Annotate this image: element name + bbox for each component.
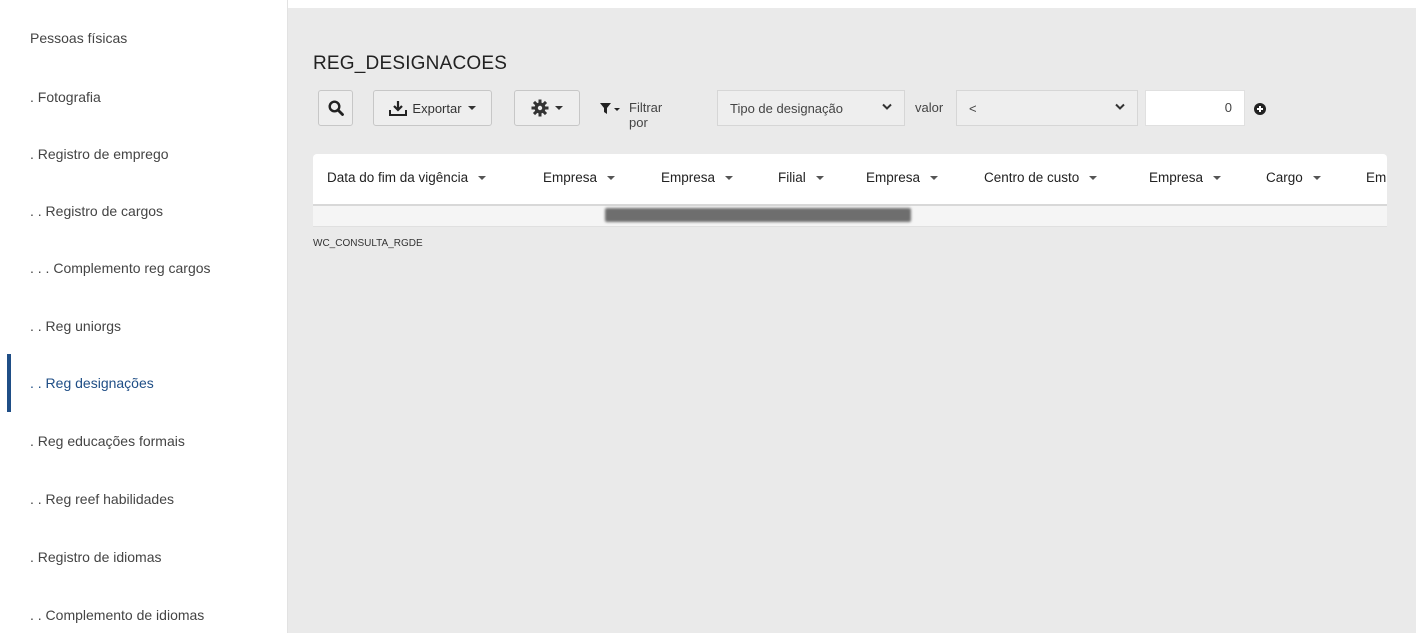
sidebar-item-registro-de-idiomas[interactable]: . Registro de idiomas	[0, 528, 287, 586]
filter-label: Filtrar por	[629, 100, 663, 130]
chevron-down-icon	[1115, 103, 1125, 110]
sidebar-item-label: Pessoas físicas	[30, 30, 128, 46]
add-filter-icon[interactable]	[1254, 103, 1266, 115]
results-table: Data do fim da vigência Empresa Empresa …	[313, 154, 1387, 228]
operator-select[interactable]: <	[956, 90, 1138, 126]
sidebar-item-pessoas-fisicas[interactable]: Pessoas físicas	[0, 9, 287, 67]
sidebar: Pessoas físicas . Fotografia . Registro …	[0, 0, 288, 633]
column-header[interactable]: Em	[1366, 170, 1386, 185]
sidebar-item-registro-de-cargos[interactable]: . . Registro de cargos	[0, 182, 287, 240]
sidebar-item-label: . . Reg reef habilidades	[30, 491, 174, 507]
sidebar-item-label: . . . Complemento reg cargos	[30, 260, 211, 276]
table-header: Data do fim da vigência Empresa Empresa …	[313, 154, 1387, 206]
sidebar-item-reg-designacoes[interactable]: . . Reg designações	[0, 354, 287, 412]
table-row[interactable]	[313, 206, 1387, 227]
sidebar-item-label: . . Reg designações	[30, 375, 154, 391]
operator-value: <	[969, 100, 977, 116]
value-input[interactable]: 0	[1145, 90, 1245, 126]
sidebar-item-reg-educacoes-formais[interactable]: . Reg educações formais	[0, 412, 287, 470]
sidebar-item-complemento-de-idiomas[interactable]: . . Complemento de idiomas	[0, 586, 287, 633]
chevron-down-icon	[815, 176, 824, 181]
main-panel: REG_DESIGNACOES Exportar Filtrar por Tip…	[288, 8, 1416, 633]
chevron-down-icon	[478, 176, 487, 181]
chevron-down-icon	[467, 106, 476, 110]
filter-icon	[600, 103, 620, 114]
chevron-down-icon	[1312, 176, 1321, 181]
sidebar-item-fotografia[interactable]: . Fotografia	[0, 68, 287, 126]
export-button[interactable]: Exportar	[373, 90, 492, 126]
app: Pessoas físicas . Fotografia . Registro …	[0, 0, 1416, 633]
column-header[interactable]: Cargo	[1266, 170, 1321, 185]
column-header[interactable]: Centro de custo	[984, 170, 1098, 185]
sidebar-item-label: . Fotografia	[30, 89, 101, 105]
sidebar-item-registro-de-emprego[interactable]: . Registro de emprego	[0, 125, 287, 183]
download-icon	[389, 101, 408, 116]
chevron-down-icon	[1089, 176, 1098, 181]
sidebar-item-label: . . Complemento de idiomas	[30, 607, 205, 623]
chevron-down-icon	[1213, 176, 1222, 181]
sidebar-item-label: . Registro de idiomas	[30, 549, 162, 565]
gear-icon	[531, 99, 549, 117]
filter-field-select[interactable]: Tipo de designação	[717, 90, 905, 126]
column-header[interactable]: Empresa	[1149, 170, 1222, 185]
column-header[interactable]: Empresa	[661, 170, 734, 185]
sidebar-item-complemento-reg-cargos[interactable]: . . . Complemento reg cargos	[0, 239, 287, 297]
sidebar-item-label: . . Registro de cargos	[30, 203, 164, 219]
sidebar-item-reg-reef-habilidades[interactable]: . . Reg reef habilidades	[0, 470, 287, 528]
query-name-label: WC_CONSULTA_RGDE	[313, 238, 423, 249]
column-header[interactable]: Empresa	[543, 170, 616, 185]
filter-menu-button[interactable]	[600, 102, 622, 120]
chevron-down-icon	[930, 176, 939, 181]
column-header[interactable]: Data do fim da vigência	[327, 170, 487, 185]
filter-field-value: Tipo de designação	[730, 100, 843, 116]
settings-button[interactable]	[514, 90, 580, 126]
sidebar-item-label: . . Reg uniorgs	[30, 318, 122, 334]
search-button[interactable]	[318, 90, 353, 126]
export-label: Exportar	[412, 100, 462, 116]
chevron-down-icon	[607, 176, 616, 181]
page-title: REG_DESIGNACOES	[313, 53, 508, 74]
column-header[interactable]: Filial	[778, 170, 824, 185]
top-strip	[288, 0, 1416, 8]
chevron-down-icon	[725, 176, 734, 181]
value-label: valor	[915, 100, 944, 115]
search-icon	[327, 100, 344, 116]
sidebar-item-label: . Reg educações formais	[30, 433, 185, 449]
active-indicator	[7, 354, 11, 412]
sidebar-item-reg-uniorgs[interactable]: . . Reg uniorgs	[0, 297, 287, 355]
redacted-content	[605, 208, 911, 222]
chevron-down-icon	[555, 106, 563, 110]
sidebar-item-label: . Registro de emprego	[30, 146, 169, 162]
chevron-down-icon	[882, 103, 892, 110]
column-header[interactable]: Empresa	[866, 170, 939, 185]
